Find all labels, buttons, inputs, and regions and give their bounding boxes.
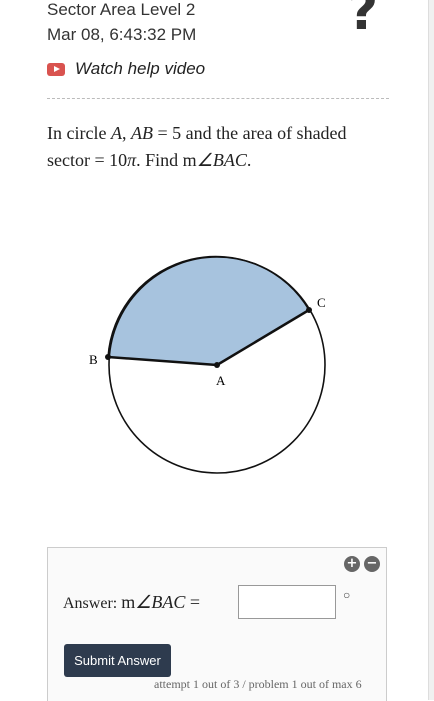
zoom-out-button[interactable]: −: [364, 556, 380, 572]
help-question-icon[interactable]: ?: [348, 0, 378, 38]
answer-label: Answer: m∠BAC =: [63, 592, 201, 612]
area-value: 10: [109, 150, 128, 170]
problem-statement: In circle A, AB = 5 and the area of shad…: [47, 123, 347, 170]
page-title: Sector Area Level 2: [47, 0, 196, 19]
point-c: [306, 307, 312, 313]
watch-help-video-link[interactable]: Watch help video: [47, 59, 205, 79]
pi-symbol: π: [127, 150, 137, 170]
degree-symbol: ○: [343, 588, 351, 602]
circle-diagram: B A C: [89, 255, 326, 474]
answer-input[interactable]: [238, 585, 336, 619]
video-play-icon: [47, 62, 65, 76]
help-video-label: Watch help video: [75, 59, 206, 78]
scrollbar-track[interactable]: [428, 0, 434, 700]
label-b: B: [89, 352, 98, 367]
label-c: C: [317, 295, 326, 310]
point-b: [105, 354, 111, 360]
ab-value: 5: [172, 123, 182, 143]
point-a: [214, 362, 220, 368]
answer-panel: + − Answer: m∠BAC = ○ Submit Answer atte…: [47, 547, 387, 701]
angle-name: ∠BAC: [196, 150, 247, 170]
shaded-sector: [107, 255, 311, 366]
timestamp: Mar 08, 6:43:32 PM: [47, 25, 197, 44]
submit-answer-button[interactable]: Submit Answer: [64, 644, 171, 677]
divider: [47, 98, 389, 99]
attempt-status: attempt 1 out of 3 / problem 1 out of ma…: [154, 677, 362, 691]
zoom-in-button[interactable]: +: [344, 556, 360, 572]
top-bar: Sector Area Level 2 Mar 08, 6:43:32 PM ?…: [0, 0, 434, 95]
label-a: A: [216, 373, 226, 388]
circle-name: A: [110, 123, 122, 143]
segment-name: AB: [130, 123, 153, 143]
